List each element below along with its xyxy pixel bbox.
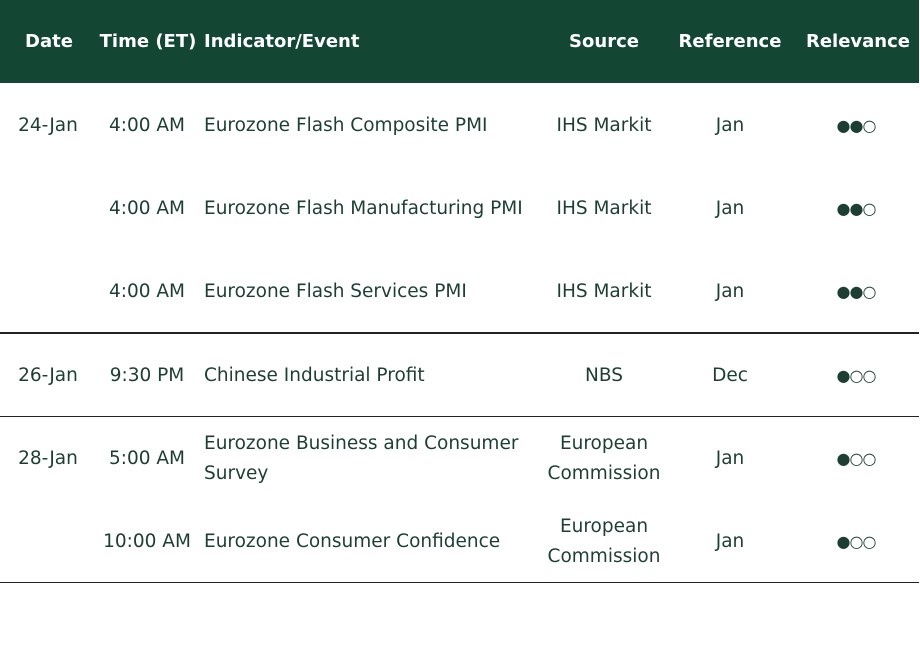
row-time: 5:00 AM [108, 448, 186, 469]
row-time: 4:00 AM [108, 281, 186, 302]
row-time: 10:00 AM [103, 531, 191, 552]
row-indicator: Eurozone Flash Composite PMI [204, 114, 488, 136]
row-indicator: Eurozone Business and Consumer Survey [204, 432, 519, 484]
row-reference: Jan [715, 531, 745, 552]
row-time: 9:30 PM [109, 365, 185, 386]
header-reference: Reference [678, 31, 782, 52]
relevance-dots: ●●○ [836, 199, 877, 218]
header-date: Date [25, 31, 73, 52]
row-source: European Commission [547, 432, 661, 484]
row-indicator: Chinese Industrial Profit [204, 364, 425, 386]
row-date [0, 250, 96, 333]
row-time: 4:00 AM [108, 198, 186, 219]
row-source: IHS Markit [556, 114, 652, 136]
row-date [0, 167, 96, 250]
header-time: Time (ET) [99, 31, 197, 52]
row-indicator: Eurozone Flash Manufacturing PMI [204, 197, 523, 219]
relevance-dots: ●●○ [836, 282, 877, 301]
header-relevance: Relevance [805, 31, 911, 52]
table-row: 4:00 AM Eurozone Flash Services PMI IHS … [0, 250, 919, 333]
row-reference: Jan [715, 198, 745, 219]
relevance-dots: ●●○ [836, 116, 877, 135]
table-row: 26-Jan 9:30 PM Chinese Industrial Profit… [0, 334, 919, 417]
row-reference: Jan [715, 448, 745, 469]
relevance-dots: ●○○ [836, 532, 877, 551]
table-header: Date Time (ET) Indicator/Event Source Re… [0, 0, 919, 83]
row-source: IHS Markit [556, 280, 652, 302]
row-reference: Dec [712, 365, 748, 386]
header-indicator: Indicator/Event [204, 31, 360, 52]
row-date: 24-Jan [18, 115, 78, 136]
row-indicator: Eurozone Flash Services PMI [204, 280, 467, 302]
table-row: 4:00 AM Eurozone Flash Manufacturing PMI… [0, 167, 919, 250]
row-reference: Jan [715, 281, 745, 302]
row-source: European Commission [547, 515, 661, 567]
row-time: 4:00 AM [108, 115, 186, 136]
row-indicator: Eurozone Consumer Confidence [204, 530, 501, 552]
row-reference: Jan [715, 115, 745, 136]
row-source: IHS Markit [556, 197, 652, 219]
row-date: 28-Jan [18, 448, 78, 469]
table-row: 24-Jan 4:00 AM Eurozone Flash Composite … [0, 84, 919, 167]
row-date [0, 500, 96, 583]
economic-calendar-table: Date Time (ET) Indicator/Event Source Re… [0, 0, 919, 583]
table-bottom-border [0, 582, 919, 583]
relevance-dots: ●○○ [836, 449, 877, 468]
table-row: 28-Jan 5:00 AM Eurozone Business and Con… [0, 417, 919, 500]
row-date: 26-Jan [18, 365, 78, 386]
relevance-dots: ●○○ [836, 366, 877, 385]
row-source: NBS [585, 364, 623, 386]
header-source: Source [569, 31, 639, 52]
table-row: 10:00 AM Eurozone Consumer Confidence Eu… [0, 500, 919, 583]
